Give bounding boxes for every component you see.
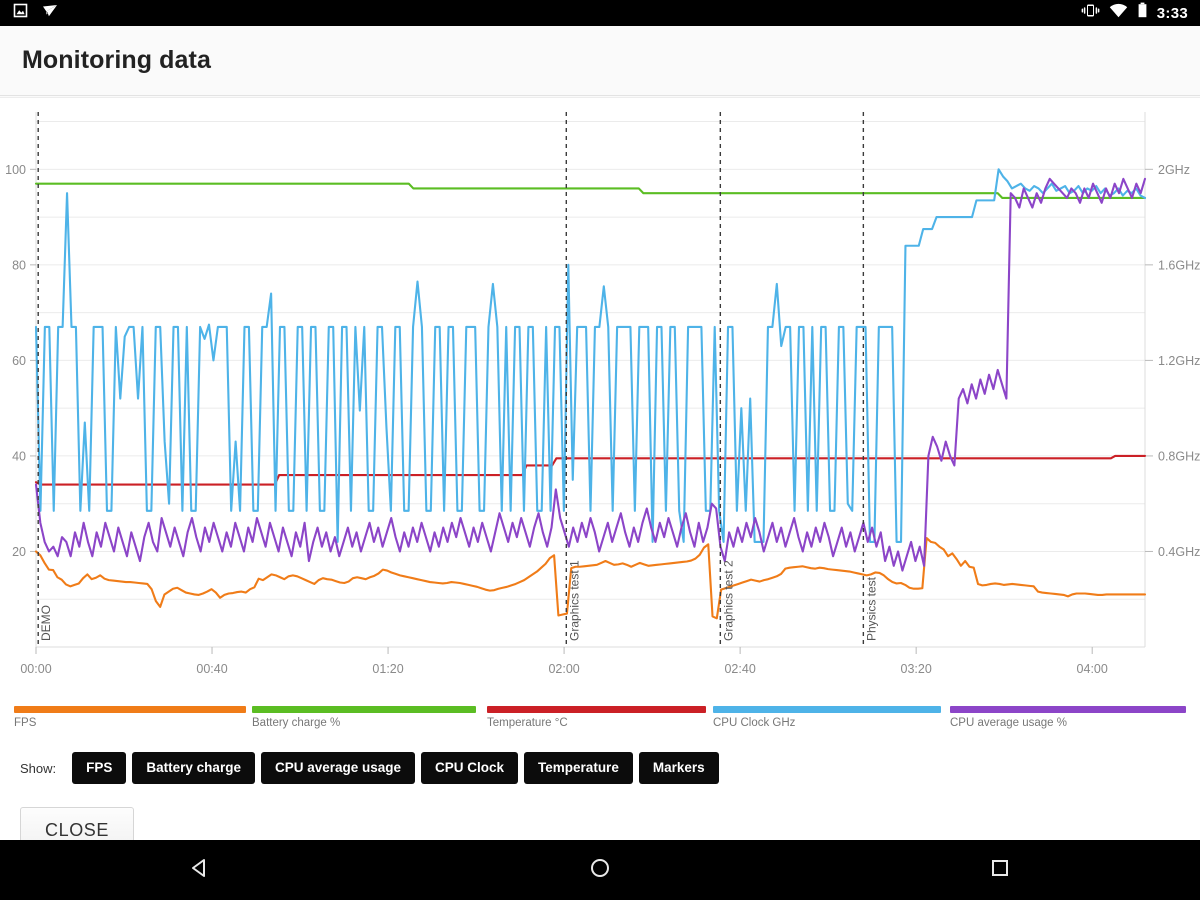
back-button[interactable]	[160, 840, 240, 900]
series-line-cpu-clock-ghz	[34, 168, 1147, 543]
battery-icon	[1137, 2, 1148, 24]
y-axis-tick-label: 40	[12, 449, 26, 463]
send-icon	[41, 2, 59, 25]
chart-marker-label: DEMO	[39, 605, 53, 641]
legend-swatch	[14, 706, 246, 713]
x-axis-tick-label: 02:40	[724, 662, 755, 676]
legend-item-cpu-average-usage: CPU average usage %	[950, 706, 1186, 729]
monitoring-chart-svg: 100 80 60 40 20 2GHz 1.6GHz 1.2GHz 0.8GHz 0.4GHz 0…	[5, 112, 1200, 676]
x-axis-tick-label: 00:00	[20, 662, 51, 676]
chart-legend: FPS Battery charge % Temperature °C CPU Clo…	[0, 706, 1200, 738]
chart-marker-label: Physics test	[864, 576, 878, 641]
legend-label: Battery charge %	[252, 717, 341, 729]
x-axis-tick-label: 02:00	[548, 662, 579, 676]
y-axis-tick-label: 100	[5, 163, 26, 177]
y2-axis-tick-label: 0.8GHz	[1158, 449, 1200, 463]
x-axis-tick-label: 01:20	[372, 662, 403, 676]
legend-item-cpu-clock-ghz: CPU Clock GHz	[713, 706, 941, 729]
y2-axis-tick-label: 1.2GHz	[1158, 354, 1200, 368]
series-toggle-row: Show: FPS Battery charge CPU average usa…	[0, 746, 1200, 790]
image-icon	[12, 2, 29, 24]
page-title: Monitoring data	[22, 46, 211, 74]
toggle-cpu-clock-button[interactable]: CPU Clock	[421, 752, 519, 784]
vibrate-icon	[1081, 2, 1100, 24]
toggle-battery-charge-button[interactable]: Battery charge	[132, 752, 255, 784]
legend-label: Temperature °C	[487, 717, 568, 729]
chart-marker-label: Graphics test 2	[721, 560, 735, 641]
legend-swatch	[252, 706, 476, 713]
toggle-temperature-button[interactable]: Temperature	[524, 752, 633, 784]
monitoring-chart: 100 80 60 40 20 2GHz 1.6GHz 1.2GHz 0.8GHz 0.4GHz 0…	[0, 98, 1200, 698]
home-icon	[587, 855, 613, 886]
x-axis-tick-label: 03:20	[901, 662, 932, 676]
dialog-title-bar: Monitoring data	[0, 26, 1200, 96]
x-axis-tick-label: 00:40	[196, 662, 227, 676]
legend-label: FPS	[14, 717, 37, 729]
android-status-bar: 3:33	[0, 0, 1200, 26]
legend-swatch	[487, 706, 706, 713]
legend-swatch	[950, 706, 1186, 713]
status-bar-clock: 3:33	[1156, 4, 1188, 22]
series-line-fps	[34, 537, 1147, 620]
wifi-icon	[1109, 3, 1128, 24]
recents-button[interactable]	[960, 840, 1040, 900]
y-axis-tick-label: 20	[12, 545, 26, 559]
chart-marker-label: Graphics test 1	[567, 560, 581, 641]
toggle-markers-button[interactable]: Markers	[638, 752, 719, 784]
android-navigation-bar	[0, 840, 1200, 900]
y2-axis-tick-label: 0.4GHz	[1158, 545, 1200, 559]
toggle-cpu-average-usage-button[interactable]: CPU average usage	[260, 752, 416, 784]
home-button[interactable]	[560, 840, 640, 900]
recents-icon	[987, 855, 1013, 886]
x-axis-tick-label: 04:00	[1077, 662, 1108, 676]
show-label: Show:	[20, 760, 57, 776]
legend-swatch	[713, 706, 941, 713]
legend-label: CPU average usage %	[950, 717, 1067, 729]
status-bar-left-icons	[0, 2, 59, 25]
series-line-battery-charge	[34, 182, 1147, 200]
legend-item-fps: FPS	[14, 706, 246, 729]
back-icon	[187, 855, 213, 886]
y-axis-tick-label: 60	[12, 354, 26, 368]
y2-axis-tick-label: 1.6GHz	[1158, 258, 1200, 272]
screen: 3:33 Monitoring data 100 80 60 40 20 2GHz 1.6G…	[0, 0, 1200, 900]
legend-label: CPU Clock GHz	[713, 717, 796, 729]
y2-axis-tick-label: 2GHz	[1158, 163, 1190, 177]
legend-item-battery-charge: Battery charge %	[252, 706, 476, 729]
toggle-fps-button[interactable]: FPS	[72, 752, 127, 784]
legend-item-temperature-c: Temperature °C	[487, 706, 706, 729]
status-bar-right-icons: 3:33	[1081, 2, 1200, 24]
y-axis-tick-label: 80	[12, 258, 26, 272]
app-window: Monitoring data 100 80 60 40 20 2GHz 1.6GHz 1.2…	[0, 26, 1200, 853]
content-panel: 100 80 60 40 20 2GHz 1.6GHz 1.2GHz 0.8GHz 0.4GHz 0…	[0, 97, 1200, 853]
